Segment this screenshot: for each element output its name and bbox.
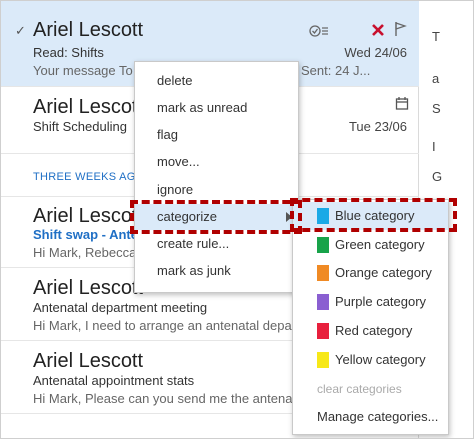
menu-item-label: categorize [157,209,217,224]
reading-pane-text: S [432,101,441,116]
category-label: Blue category [335,208,415,223]
category-label: Red category [335,323,413,338]
message-sender: Ariel Lescott [33,277,144,299]
category-label: Orange category [335,265,432,280]
category-label: Green category [335,237,425,252]
message-date: Wed 24/06 [344,45,407,60]
category-swatch [317,323,329,339]
message-preview: Your message To [33,63,133,78]
message-sender: Ariel Lescott [33,205,144,227]
category-swatch [317,265,329,281]
message-preview-tail: Sent: 24 J... [301,63,371,78]
category-swatch [317,352,329,368]
category-red[interactable]: Red category [293,317,448,345]
message-date: Tue 23/06 [348,119,407,134]
mail-window: ✓ Ariel Lescott Read: Shifts Your messag… [0,0,474,439]
reading-pane-text: G [432,169,443,184]
category-purple[interactable]: Purple category [293,288,448,316]
context-menu: delete mark as unread flag move... ignor… [134,61,299,293]
message-subject: Antenatal department meeting [33,300,208,315]
category-label: Purple category [335,294,427,309]
check-mark-icon: ✓ [15,23,26,38]
reading-pane-text: a [432,71,440,86]
category-label: Yellow category [335,352,426,367]
read-receipt-icon[interactable] [309,24,329,38]
message-preview: Hi Mark, Please can you send me the ante… [33,391,307,406]
message-subject: Shift swap - Ante [33,227,138,242]
clear-categories: clear categories [317,382,402,396]
calendar-icon [395,97,409,110]
category-swatch [317,237,329,253]
category-swatch [317,208,329,224]
category-green[interactable]: Green category [293,231,448,259]
menu-item-delete[interactable]: delete [135,68,298,94]
flag-icon[interactable] [394,21,408,37]
message-sender: Ariel Lescott [33,96,144,118]
category-yellow[interactable]: Yellow category [293,346,448,374]
category-submenu: Blue category Green category Orange cate… [292,199,449,435]
menu-item-mark-as-unread[interactable]: mark as unread [135,95,298,121]
message-sender: Ariel Lescott [33,19,144,41]
message-subject: Antenatal appointment stats [33,373,195,388]
menu-item-ignore[interactable]: ignore [135,177,298,203]
menu-item-create-rule[interactable]: create rule... [135,231,298,257]
reading-pane-text: I [432,139,436,154]
menu-item-categorize[interactable]: categorize [135,204,298,230]
message-subject: Shift Scheduling [33,119,127,134]
message-sender: Ariel Lescott [33,350,144,372]
menu-item-mark-as-junk[interactable]: mark as junk [135,258,298,284]
menu-item-move[interactable]: move... [135,149,298,175]
menu-item-flag[interactable]: flag [135,122,298,148]
message-preview: Hi Mark, I need to arrange an antenatal … [33,318,292,333]
category-orange[interactable]: Orange category [293,259,448,287]
category-swatch [317,294,329,310]
reading-pane-text: T [432,29,440,44]
delete-icon[interactable] [371,23,385,37]
message-preview: Hi Mark, Rebecca [33,245,137,260]
message-subject: Read: Shifts [33,45,104,60]
category-blue[interactable]: Blue category [293,202,448,230]
manage-categories[interactable]: Manage categories... [293,403,448,431]
group-label: THREE WEEKS AGO [33,171,145,183]
